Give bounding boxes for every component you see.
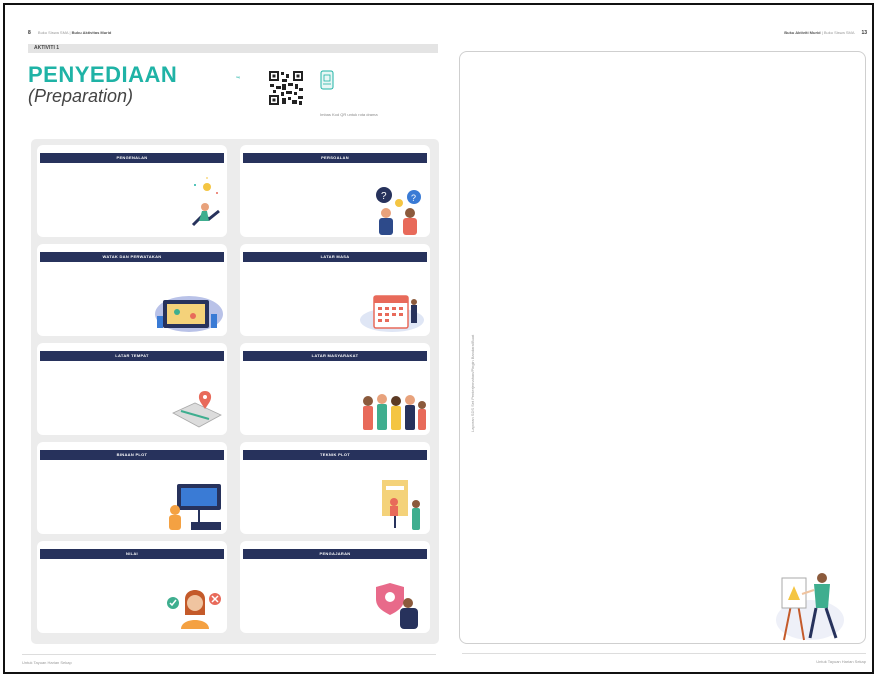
topic-card: BINAAN PLOT xyxy=(37,442,227,534)
left-running-header: 8 Buku Siswa SMA | Buku Aktivitas Murid xyxy=(28,30,112,36)
right-footer: Untuk Tayuan Harian Sekap xyxy=(462,653,866,664)
title-tag: tag xyxy=(236,75,241,79)
qr-caption: Imbas Kod QR untuk rota drama xyxy=(320,112,378,117)
svg-text:?: ? xyxy=(411,193,416,203)
topic-card: LATAR MASA xyxy=(240,244,430,336)
left-footer: Untuk Tayuan Harian Sekap xyxy=(22,654,436,665)
right-header-bold: Buku Aktiviti Murid xyxy=(784,30,821,35)
topic-card: WATAK DAN PERWATAKAN xyxy=(37,244,227,336)
thinking-woman-icon xyxy=(167,590,221,629)
easel-presenter-icon xyxy=(382,480,420,530)
person-with-lightbulb-icon xyxy=(191,177,220,227)
left-page: 8 Buku Siswa SMA | Buku Aktivitas Murid … xyxy=(22,22,442,665)
stage-map-icon xyxy=(155,296,223,332)
card-header: NILAI xyxy=(40,549,224,559)
activity-label: AKTIVITI 1 xyxy=(34,45,60,51)
page-title: PENYEDIAAN xyxy=(28,62,178,87)
writing-area[interactable] xyxy=(459,51,866,644)
card-header: LATAR MASYARAKAT xyxy=(243,351,427,361)
topic-card: LATAR MASYARAKAT xyxy=(240,343,430,435)
card-header: WATAK DAN PERWATAKAN xyxy=(40,252,224,262)
map-pin-icon xyxy=(172,391,222,428)
card-header: LATAR MASA xyxy=(243,252,427,262)
activity-bar: AKTIVITI 1 xyxy=(28,44,438,53)
card-header: PENGENALAN xyxy=(40,153,224,163)
topic-grid-panel: PENGENALAN PERSOALAN ? ? WATAK DAN PERWA… xyxy=(31,139,439,644)
right-header-muted: Buku Siswa SMA xyxy=(823,30,855,35)
right-page-number: 13 xyxy=(861,30,867,36)
phone-scan-icon xyxy=(320,70,334,90)
card-header: PENGAJARAN xyxy=(243,549,427,559)
card-header: TEKNIK PLOT xyxy=(243,450,427,460)
painter-at-easel-icon xyxy=(776,573,844,641)
left-header-bold: Buku Aktivitas Murid xyxy=(71,30,112,35)
card-header: LATAR TEMPAT xyxy=(40,351,224,361)
people-with-question-marks-icon: ? ? xyxy=(376,187,421,235)
shield-teacher-icon xyxy=(376,583,418,629)
topic-card: LATAR TEMPAT xyxy=(37,343,227,435)
card-header: BINAAN PLOT xyxy=(40,450,224,460)
community-group-icon xyxy=(363,394,426,430)
right-running-header: Buku Aktiviti Murid | Buku Siswa SMA 13 xyxy=(784,30,867,36)
left-page-number: 8 xyxy=(28,30,31,36)
calendar-icon xyxy=(360,295,424,332)
topic-card: NILAI xyxy=(37,541,227,633)
svg-text:?: ? xyxy=(381,191,387,202)
qr-code-icon[interactable] xyxy=(268,70,304,106)
topic-card: PERSOALAN ? ? xyxy=(240,145,430,237)
topic-card: PENGAJARAN xyxy=(240,541,430,633)
left-header-muted: Buku Siswa SMA xyxy=(37,30,69,35)
page-subtitle: (Preparation) xyxy=(28,86,134,106)
vertical-caption: Laporan SDS Set Penterjemahan/Pingin Ban… xyxy=(470,334,475,432)
right-footer-text: Untuk Tayuan Harian Sekap xyxy=(816,659,866,664)
topic-card: PENGENALAN xyxy=(37,145,227,237)
presentation-board-icon xyxy=(169,484,221,530)
topic-card: TEKNIK PLOT xyxy=(240,442,430,534)
card-header: PERSOALAN xyxy=(243,153,427,163)
left-footer-text: Untuk Tayuan Harian Sekap xyxy=(22,660,72,665)
